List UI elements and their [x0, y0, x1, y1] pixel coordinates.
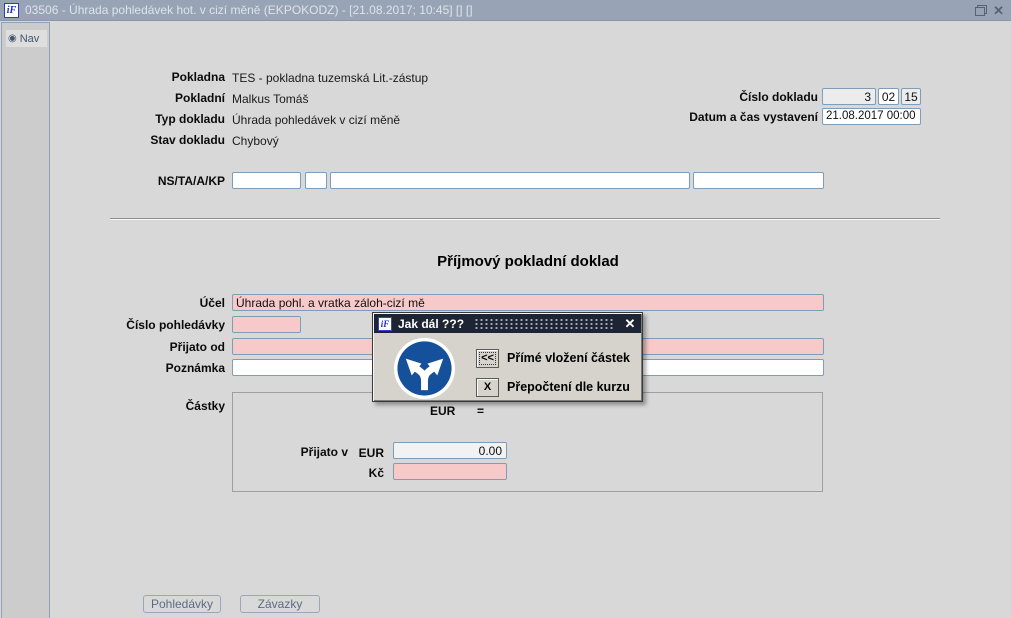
window-titlebar: iF 03506 - Úhrada pohledávek hot. v cizí…: [0, 0, 1011, 21]
prijato-kc-field[interactable]: [393, 463, 507, 480]
prime-vlozeni-label: Přímé vložení částek: [507, 351, 630, 365]
dialog-body: << Přímé vložení částek X Přepočtení dle…: [374, 333, 641, 400]
restore-window-icon[interactable]: [975, 4, 988, 16]
dialog-titlebar[interactable]: iF Jak dál ??? ✕: [374, 314, 641, 333]
cislo-dokladu-label: Číslo dokladu: [739, 90, 818, 104]
ucel-field[interactable]: Úhrada pohl. a vratka záloh-cizí mě: [232, 294, 824, 311]
pokladna-value: TES - pokladna tuzemská Lit.-zástup: [232, 71, 429, 85]
window-title: 03506 - Úhrada pohledávek hot. v cizí mě…: [25, 3, 473, 17]
doc-number-part3-field[interactable]: 15: [901, 88, 921, 105]
dialog-title: Jak dál ???: [398, 316, 465, 331]
pokladna-label: Pokladna: [171, 70, 225, 84]
dialog-logo-icon: iF: [378, 316, 392, 331]
castky-groupbox: [232, 392, 823, 492]
pokladni-label: Pokladní: [174, 91, 225, 105]
typ-dokladu-value: Úhrada pohledávek v cizí měně: [232, 113, 401, 127]
castky-label: Částky: [185, 399, 225, 413]
castky-equals-sign: =: [477, 404, 485, 418]
nav-label: Nav: [19, 32, 40, 45]
cislo-pohledavky-label: Číslo pohledávky: [126, 318, 225, 332]
pohledavky-button[interactable]: Pohledávky: [143, 595, 221, 613]
ns-ta-a-kp-label: NS/TA/A/KP: [157, 174, 225, 188]
direction-fork-sign-icon: [393, 337, 456, 400]
stav-dokladu-value: Chybový: [232, 134, 279, 148]
dialog-grip-texture: [474, 318, 615, 329]
document-heading: Příjmový pokladní doklad: [437, 253, 619, 270]
a-field[interactable]: [330, 172, 690, 189]
castky-currency-label: EUR: [430, 404, 456, 418]
application-window: iF 03506 - Úhrada pohledávek hot. v cizí…: [0, 0, 1011, 618]
window-controls: ✕: [975, 4, 1007, 17]
app-logo-icon: iF: [4, 2, 19, 18]
prijato-eur-field[interactable]: 0.00: [393, 442, 507, 459]
close-window-icon[interactable]: ✕: [993, 4, 1004, 17]
doc-number-main-field[interactable]: 3: [822, 88, 876, 105]
kc-row-label: Kč: [368, 466, 384, 480]
nav-sidebar: ◉ Nav: [1, 22, 50, 618]
nav-radio-icon: ◉: [8, 32, 17, 44]
ta-field[interactable]: [305, 172, 327, 189]
datum-vystaveni-label: Datum a čas vystavení: [689, 110, 818, 124]
eur-row-label: EUR: [358, 446, 384, 460]
doc-number-part2-field[interactable]: 02: [878, 88, 899, 105]
ns-field[interactable]: [232, 172, 301, 189]
cislo-pohledavky-field[interactable]: [232, 316, 301, 333]
section-separator: [110, 218, 940, 220]
pokladni-value: Malkus Tomáš: [232, 92, 309, 106]
prepocteni-kurzu-label: Přepočtení dle kurzu: [507, 380, 630, 394]
typ-dokladu-label: Typ dokladu: [155, 112, 225, 126]
poznamka-label: Poznámka: [165, 361, 225, 375]
prime-vlozeni-button[interactable]: <<: [476, 349, 499, 368]
kp-field[interactable]: [693, 172, 824, 189]
prepocteni-kurzu-button[interactable]: X: [476, 378, 499, 397]
jak-dal-dialog: iF Jak dál ??? ✕ << Přímé vložení částek…: [372, 312, 643, 402]
stav-dokladu-label: Stav dokladu: [150, 133, 225, 147]
sidebar-item-nav[interactable]: ◉ Nav: [6, 30, 47, 47]
prijato-od-label: Přijato od: [169, 340, 225, 354]
datum-vystaveni-field[interactable]: 21.08.2017 00:00: [822, 108, 921, 125]
prijato-v-label: Přijato v: [300, 445, 348, 459]
dialog-close-icon[interactable]: ✕: [623, 316, 637, 332]
zavazky-button[interactable]: Závazky: [240, 595, 320, 613]
ucel-label: Účel: [199, 296, 225, 310]
